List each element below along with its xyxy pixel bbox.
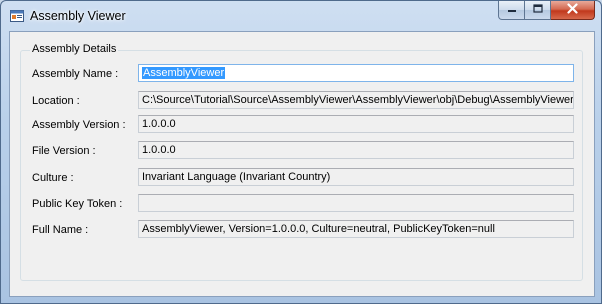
app-window-icon	[10, 10, 24, 22]
close-icon	[567, 3, 578, 17]
title-bar[interactable]: Assembly Viewer	[1, 1, 601, 31]
maximize-icon	[532, 3, 543, 17]
main-window: Assembly Viewer Assembly Details Assembl…	[0, 0, 602, 304]
window-client-area: Assembly Details Assembly Name : Assembl…	[9, 31, 595, 297]
public-key-token-field[interactable]	[138, 194, 574, 212]
close-button[interactable]	[551, 1, 595, 20]
minimize-button[interactable]	[498, 1, 525, 20]
full-name-field[interactable]: AssemblyViewer, Version=1.0.0.0, Culture…	[138, 220, 574, 238]
file-version-label: File Version :	[32, 145, 96, 157]
assembly-version-label: Assembly Version :	[32, 119, 126, 131]
culture-field[interactable]: Invariant Language (Invariant Country)	[138, 168, 574, 186]
assembly-name-value: AssemblyViewer	[142, 67, 226, 79]
assembly-details-group	[20, 50, 583, 281]
assembly-version-field[interactable]: 1.0.0.0	[138, 115, 574, 133]
group-title: Assembly Details	[30, 43, 119, 55]
maximize-button[interactable]	[525, 1, 551, 20]
location-field[interactable]: C:\Source\Tutorial\Source\AssemblyViewer…	[138, 91, 574, 109]
public-key-token-label: Public Key Token :	[32, 198, 123, 210]
file-version-field[interactable]: 1.0.0.0	[138, 141, 574, 159]
location-label: Location :	[32, 95, 80, 107]
assembly-name-label: Assembly Name :	[32, 68, 119, 80]
caption-buttons	[498, 1, 595, 20]
minimize-icon	[507, 4, 517, 17]
assembly-name-field[interactable]: AssemblyViewer	[138, 64, 574, 82]
window-title: Assembly Viewer	[30, 9, 126, 23]
full-name-label: Full Name :	[32, 224, 89, 236]
culture-label: Culture :	[32, 172, 74, 184]
